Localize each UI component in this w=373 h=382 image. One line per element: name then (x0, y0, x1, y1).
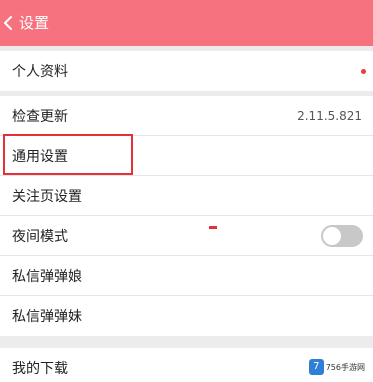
dm-bullet-sister-row[interactable]: 私信弹弹妹 (0, 296, 373, 336)
page-title: 设置 (19, 14, 50, 32)
dm-bullet-girl-label: 私信弹弹娘 (12, 268, 82, 285)
settings-list: 检查更新 2.11.5.821 通用设置 关注页设置 夜间模式 私信弹弹娘 私信… (0, 96, 373, 336)
follow-page-settings-row[interactable]: 关注页设置 (0, 176, 373, 216)
settings-screen: 设置 个人资料 检查更新 2.11.5.821 通用设置 关注页设置 夜间模式 … (0, 0, 373, 382)
dm-bullet-girl-row[interactable]: 私信弹弹娘 (0, 256, 373, 296)
toggle-knob (323, 227, 341, 245)
chevron-left-icon (2, 15, 14, 31)
night-mode-label: 夜间模式 (12, 228, 68, 245)
version-value: 2.11.5.821 (297, 108, 362, 123)
notification-dot (361, 68, 366, 74)
dm-bullet-sister-label: 私信弹弹妹 (12, 309, 82, 325)
check-update-row[interactable]: 检查更新 2.11.5.821 (0, 96, 373, 136)
watermark-logo: 7 756手游网 (309, 358, 365, 376)
watermark-badge: 7 (309, 359, 324, 375)
night-mode-toggle[interactable] (321, 225, 363, 247)
profile-section: 个人资料 (0, 51, 373, 91)
general-settings-row[interactable]: 通用设置 (0, 136, 373, 176)
red-mark (209, 226, 217, 229)
profile-label: 个人资料 (12, 64, 68, 80)
general-settings-label: 通用设置 (12, 148, 68, 165)
profile-row[interactable]: 个人资料 (0, 51, 373, 91)
my-downloads-label: 我的下载 (12, 361, 68, 377)
watermark-text: 756手游网 (325, 362, 365, 372)
night-mode-row[interactable]: 夜间模式 (0, 216, 373, 256)
back-button[interactable]: 设置 (2, 11, 49, 35)
check-update-label: 检查更新 (12, 108, 68, 125)
follow-page-settings-label: 关注页设置 (12, 188, 82, 205)
app-header: 设置 (0, 0, 373, 46)
